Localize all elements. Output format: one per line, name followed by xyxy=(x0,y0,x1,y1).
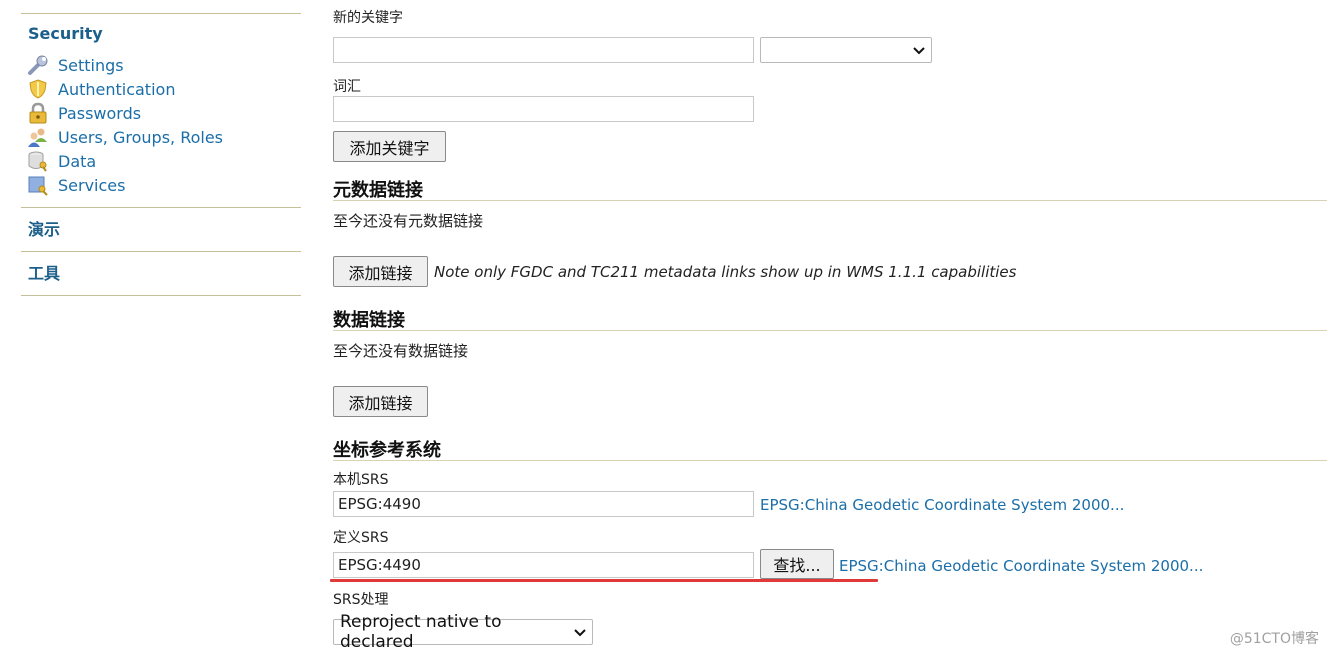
add-data-link-button[interactable]: 添加链接 xyxy=(333,386,428,417)
sidebar-section-tools[interactable]: 工具 xyxy=(21,263,301,285)
sidebar-item-users-groups-roles[interactable]: Users, Groups, Roles xyxy=(21,125,301,149)
wrench-icon xyxy=(27,54,49,76)
metadata-links-note: Note only FGDC and TC211 metadata links … xyxy=(434,263,1017,281)
chevron-down-icon xyxy=(574,622,586,642)
section-divider xyxy=(333,460,1327,461)
srs-handling-value: Reproject native to declared xyxy=(340,612,502,652)
declared-srs-input[interactable] xyxy=(333,552,754,578)
new-keyword-label: 新的关键字 xyxy=(333,10,403,26)
native-srs-label: 本机SRS xyxy=(333,472,389,488)
srs-handling-select[interactable]: Reproject native to declared xyxy=(333,612,593,652)
sidebar-item-authentication[interactable]: Authentication xyxy=(21,77,301,101)
keyword-language-select[interactable] xyxy=(760,37,932,63)
sidebar-item-passwords[interactable]: Passwords xyxy=(21,101,301,125)
section-divider xyxy=(333,200,1327,201)
red-underline-annotation xyxy=(330,579,878,582)
shield-icon xyxy=(27,78,49,100)
chevron-down-icon xyxy=(913,40,925,60)
data-links-title: 数据链接 xyxy=(333,310,405,331)
users-icon xyxy=(27,126,49,148)
sidebar-divider xyxy=(21,251,301,252)
sidebar-divider xyxy=(21,207,301,208)
sidebar-divider xyxy=(21,295,301,296)
database-key-icon xyxy=(27,150,49,172)
sidebar-item-label: Users, Groups, Roles xyxy=(58,127,224,147)
lock-icon xyxy=(27,102,49,124)
declared-srs-link[interactable]: EPSG:China Geodetic Coordinate System 20… xyxy=(839,557,1203,575)
metadata-links-title: 元数据链接 xyxy=(333,180,423,201)
add-keyword-button[interactable]: 添加关键字 xyxy=(333,131,446,162)
section-divider xyxy=(333,330,1327,331)
sidebar-item-label: Data xyxy=(58,151,97,171)
sidebar-item-data[interactable]: Data xyxy=(21,149,301,173)
find-srs-button[interactable]: 查找... xyxy=(760,549,834,579)
sidebar-item-settings[interactable]: Settings xyxy=(21,53,301,77)
native-srs-link[interactable]: EPSG:China Geodetic Coordinate System 20… xyxy=(760,496,1124,514)
data-links-empty-text: 至今还没有数据链接 xyxy=(333,342,469,360)
native-srs-input[interactable] xyxy=(333,491,754,517)
vocabulary-input[interactable] xyxy=(333,96,754,122)
sidebar: Security Settings Authentication Passwor… xyxy=(21,0,301,296)
sidebar-section-demo[interactable]: 演示 xyxy=(21,219,301,241)
services-key-icon xyxy=(27,174,49,196)
sidebar-item-label: Passwords xyxy=(58,103,142,123)
sidebar-item-services[interactable]: Services xyxy=(21,173,301,197)
sidebar-section-security: Security xyxy=(28,24,103,43)
watermark: @51CTO博客 xyxy=(1229,631,1319,647)
sidebar-item-label: Authentication xyxy=(58,79,176,99)
srs-handling-label: SRS处理 xyxy=(333,592,389,608)
sidebar-divider xyxy=(21,13,301,14)
new-keyword-input[interactable] xyxy=(333,37,754,63)
add-metadata-link-button[interactable]: 添加链接 xyxy=(333,256,428,287)
metadata-links-empty-text: 至今还没有元数据链接 xyxy=(333,212,484,230)
crs-title: 坐标参考系统 xyxy=(333,440,441,461)
sidebar-item-label: Settings xyxy=(58,55,124,75)
vocabulary-label: 词汇 xyxy=(333,79,361,95)
declared-srs-label: 定义SRS xyxy=(333,530,389,546)
sidebar-item-label: Services xyxy=(58,175,126,195)
